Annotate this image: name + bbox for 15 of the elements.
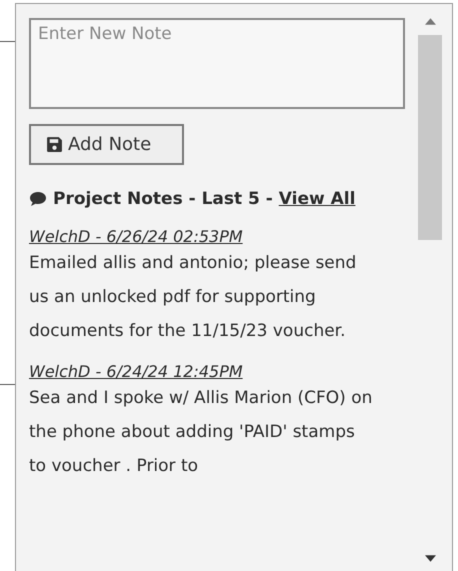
scrollbar-thumb[interactable] [418,35,442,240]
scroll-up-icon[interactable] [424,18,436,25]
note-text: Emailed allis and antonio; please send us an unlocked pdf for supporting documents for the 11/15/23 voucher. [29,252,358,343]
note-author-link[interactable]: WelchD - 6/24/24 12:45PM [29,362,243,381]
note-text: Sea and I spoke w/ Allis Marion (CFO) on the phone about adding 'PAID' stamps to voucher . Prior to [29,387,374,478]
notes-heading: Project Notes - Last 5 - [53,189,274,209]
save-icon [46,136,63,153]
connector-line [0,41,15,42]
add-note-button[interactable]: Add Note [29,124,184,165]
note-author-link[interactable]: WelchD - 6/26/24 02:53PM [29,227,243,246]
view-all-link[interactable]: View All [278,189,356,209]
speech-bubble-icon [29,191,47,207]
scroll-down-icon[interactable] [424,555,436,562]
connector-line [0,384,15,385]
note-input-field[interactable]: Enter New Note [29,18,405,109]
